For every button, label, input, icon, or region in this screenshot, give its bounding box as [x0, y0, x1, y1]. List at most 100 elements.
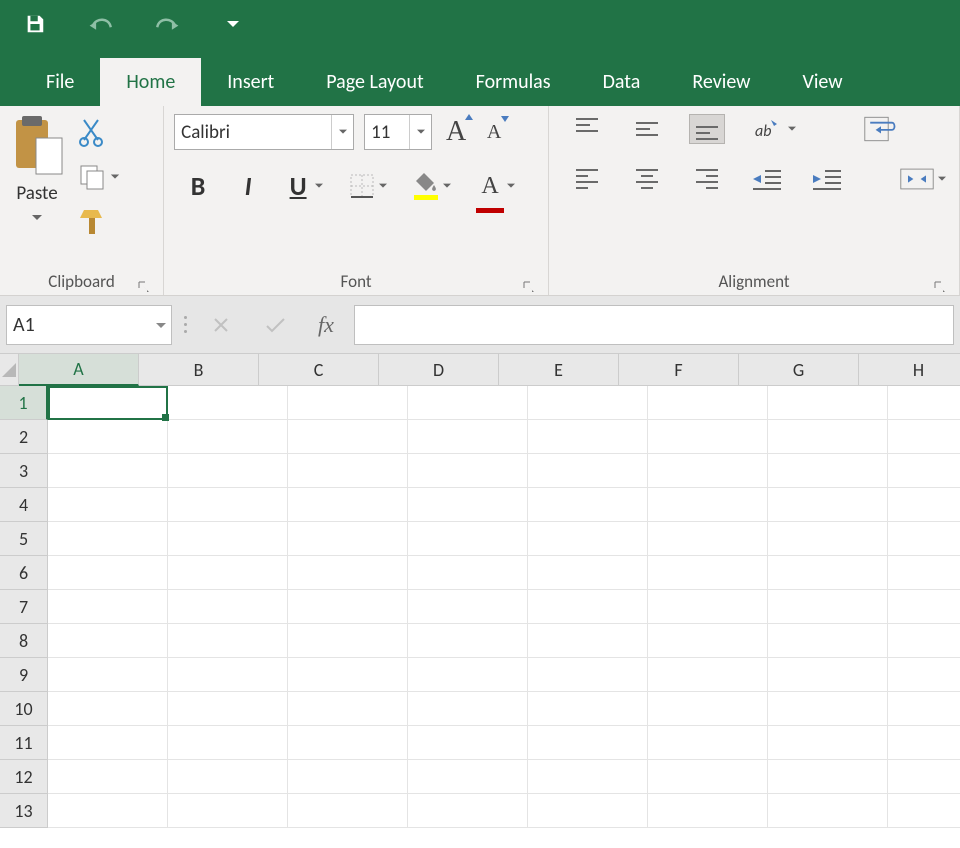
- cell-B5[interactable]: [168, 522, 288, 556]
- cell-C12[interactable]: [288, 760, 408, 794]
- row-header-1[interactable]: 1: [0, 386, 48, 420]
- align-bottom-button[interactable]: [689, 114, 725, 144]
- cell-H2[interactable]: [888, 420, 960, 454]
- cell-A10[interactable]: [48, 692, 168, 726]
- underline-dropdown[interactable]: [312, 182, 326, 190]
- enter-formula-button[interactable]: [252, 305, 298, 345]
- cell-E2[interactable]: [528, 420, 648, 454]
- cell-H11[interactable]: [888, 726, 960, 760]
- tab-file[interactable]: File: [20, 58, 100, 106]
- cell-G12[interactable]: [768, 760, 888, 794]
- cell-C9[interactable]: [288, 658, 408, 692]
- cell-D1[interactable]: [408, 386, 528, 420]
- cell-E6[interactable]: [528, 556, 648, 590]
- font-color-dropdown[interactable]: [504, 182, 518, 190]
- cell-E9[interactable]: [528, 658, 648, 692]
- borders-button[interactable]: [348, 170, 376, 202]
- insert-function-button[interactable]: fx: [306, 312, 346, 338]
- cell-H8[interactable]: [888, 624, 960, 658]
- align-top-button[interactable]: [569, 114, 605, 144]
- cell-C3[interactable]: [288, 454, 408, 488]
- orientation-dropdown[interactable]: [785, 125, 799, 133]
- cell-G11[interactable]: [768, 726, 888, 760]
- row-header-3[interactable]: 3: [0, 454, 48, 488]
- cell-H9[interactable]: [888, 658, 960, 692]
- cell-G8[interactable]: [768, 624, 888, 658]
- decrease-indent-button[interactable]: [749, 164, 785, 194]
- cell-C6[interactable]: [288, 556, 408, 590]
- tab-view[interactable]: View: [776, 58, 868, 106]
- row-header-2[interactable]: 2: [0, 420, 48, 454]
- cell-C4[interactable]: [288, 488, 408, 522]
- redo-button[interactable]: [154, 11, 180, 37]
- font-name-combo[interactable]: Calibri: [174, 114, 354, 150]
- column-header-F[interactable]: F: [619, 354, 739, 386]
- cell-G2[interactable]: [768, 420, 888, 454]
- decrease-font-size-button[interactable]: A: [480, 116, 508, 148]
- row-header-7[interactable]: 7: [0, 590, 48, 624]
- column-header-E[interactable]: E: [499, 354, 619, 386]
- cell-D12[interactable]: [408, 760, 528, 794]
- cell-B8[interactable]: [168, 624, 288, 658]
- cell-F1[interactable]: [648, 386, 768, 420]
- bold-button[interactable]: B: [184, 170, 212, 202]
- cell-H4[interactable]: [888, 488, 960, 522]
- font-color-button[interactable]: A: [476, 170, 504, 202]
- cell-B1[interactable]: [168, 386, 288, 420]
- cell-H3[interactable]: [888, 454, 960, 488]
- row-header-4[interactable]: 4: [0, 488, 48, 522]
- cell-H5[interactable]: [888, 522, 960, 556]
- column-header-C[interactable]: C: [259, 354, 379, 386]
- cell-H13[interactable]: [888, 794, 960, 828]
- cell-F6[interactable]: [648, 556, 768, 590]
- cell-G1[interactable]: [768, 386, 888, 420]
- cell-H10[interactable]: [888, 692, 960, 726]
- cell-C1[interactable]: [288, 386, 408, 420]
- cell-D8[interactable]: [408, 624, 528, 658]
- cell-B12[interactable]: [168, 760, 288, 794]
- merge-dropdown[interactable]: [935, 175, 949, 183]
- cell-B10[interactable]: [168, 692, 288, 726]
- cell-F3[interactable]: [648, 454, 768, 488]
- orientation-button[interactable]: ab: [749, 114, 785, 144]
- cell-G4[interactable]: [768, 488, 888, 522]
- cell-A12[interactable]: [48, 760, 168, 794]
- cell-A13[interactable]: [48, 794, 168, 828]
- cancel-formula-button[interactable]: [198, 305, 244, 345]
- format-painter-button[interactable]: [78, 202, 120, 240]
- cell-B11[interactable]: [168, 726, 288, 760]
- row-header-9[interactable]: 9: [0, 658, 48, 692]
- cell-F4[interactable]: [648, 488, 768, 522]
- select-all-button[interactable]: [0, 354, 19, 386]
- tab-insert[interactable]: Insert: [201, 58, 300, 106]
- row-header-5[interactable]: 5: [0, 522, 48, 556]
- font-dialog-launcher[interactable]: [522, 278, 536, 292]
- cell-D10[interactable]: [408, 692, 528, 726]
- cell-B7[interactable]: [168, 590, 288, 624]
- cell-H7[interactable]: [888, 590, 960, 624]
- cell-D9[interactable]: [408, 658, 528, 692]
- cell-D4[interactable]: [408, 488, 528, 522]
- cell-G3[interactable]: [768, 454, 888, 488]
- column-header-A[interactable]: A: [19, 354, 139, 386]
- cell-F13[interactable]: [648, 794, 768, 828]
- tab-page-layout[interactable]: Page Layout: [300, 58, 449, 106]
- increase-indent-button[interactable]: [809, 164, 845, 194]
- cell-D13[interactable]: [408, 794, 528, 828]
- cell-F10[interactable]: [648, 692, 768, 726]
- cell-B13[interactable]: [168, 794, 288, 828]
- underline-button[interactable]: U: [284, 170, 312, 202]
- cell-A9[interactable]: [48, 658, 168, 692]
- wrap-text-button[interactable]: [863, 114, 899, 144]
- cell-B4[interactable]: [168, 488, 288, 522]
- cell-E1[interactable]: [528, 386, 648, 420]
- cell-C13[interactable]: [288, 794, 408, 828]
- cell-E8[interactable]: [528, 624, 648, 658]
- borders-dropdown[interactable]: [376, 182, 390, 190]
- formula-input[interactable]: [354, 305, 954, 345]
- cell-B3[interactable]: [168, 454, 288, 488]
- row-header-10[interactable]: 10: [0, 692, 48, 726]
- cell-B6[interactable]: [168, 556, 288, 590]
- cell-G7[interactable]: [768, 590, 888, 624]
- cell-A6[interactable]: [48, 556, 168, 590]
